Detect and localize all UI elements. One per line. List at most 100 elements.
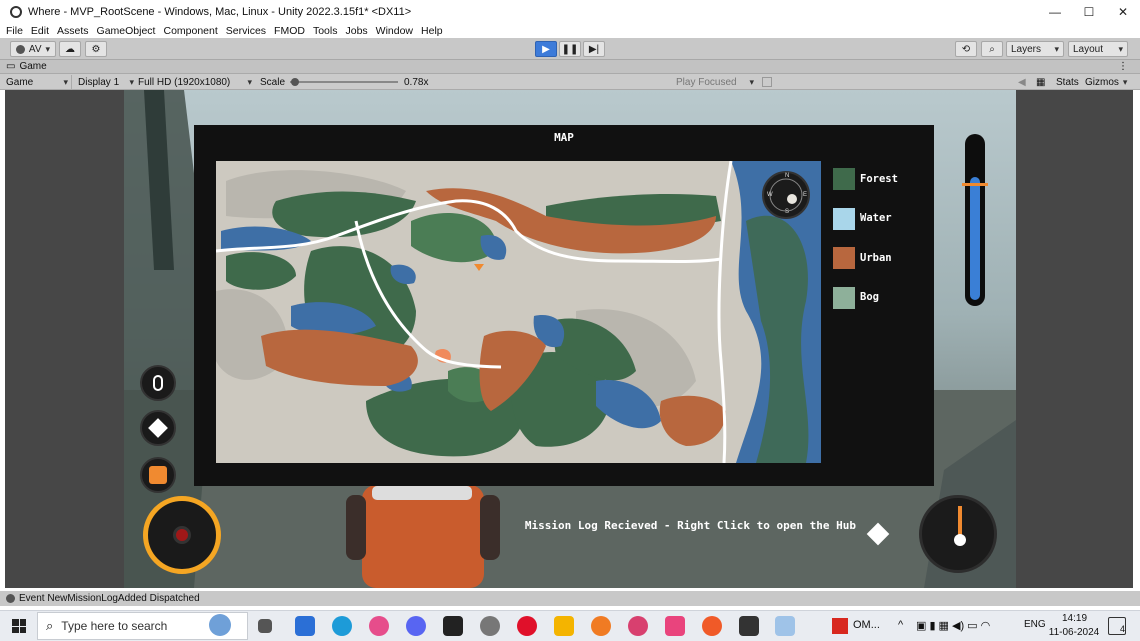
file-explorer-icon[interactable] xyxy=(554,616,574,636)
app-icon-4[interactable] xyxy=(775,616,795,636)
clock-date[interactable]: 11-06-2024 xyxy=(1046,627,1102,638)
edge-icon[interactable] xyxy=(332,616,352,636)
title-bar: Where - MVP_RootScene - Windows, Mac, Li… xyxy=(0,0,1140,23)
om-icon[interactable] xyxy=(832,618,848,634)
cortana-icon[interactable] xyxy=(209,614,231,636)
terrain-map-graphic xyxy=(215,160,821,464)
display-dropdown[interactable]: Display 1 xyxy=(78,75,134,89)
scale-slider-thumb[interactable] xyxy=(291,78,300,86)
display-label: Display 1 xyxy=(78,76,120,88)
gizmos-dropdown[interactable]: Gizmos xyxy=(1085,75,1127,89)
close-button[interactable]: ✕ xyxy=(1106,0,1140,23)
stamina-marker xyxy=(962,183,988,186)
discord-icon[interactable] xyxy=(406,616,426,636)
notification-center-icon[interactable]: 4 xyxy=(1108,617,1126,635)
opera-icon[interactable] xyxy=(517,616,537,636)
menu-fmod[interactable]: FMOD xyxy=(274,25,305,37)
menu-edit[interactable]: Edit xyxy=(31,25,49,37)
game-view-toolbar: Game Display 1 Full HD (1920x1080) Scale… xyxy=(0,74,1140,90)
menu-window[interactable]: Window xyxy=(376,25,413,37)
legend-water-swatch xyxy=(833,208,855,230)
legend-urban-label: Urban xyxy=(860,252,892,264)
cloud-button[interactable]: ☁ xyxy=(59,41,81,57)
unity-hub-icon[interactable] xyxy=(739,616,759,636)
menu-jobs[interactable]: Jobs xyxy=(345,25,367,37)
hud-compass xyxy=(919,495,997,573)
hud-move-button[interactable] xyxy=(140,457,176,493)
account-dropdown[interactable]: AV xyxy=(10,41,56,57)
tab-game[interactable]: Game xyxy=(19,61,46,72)
minimize-button[interactable]: — xyxy=(1038,0,1072,23)
history-icon: ⟲ xyxy=(961,43,971,55)
clock-time[interactable]: 14:19 xyxy=(1052,613,1097,624)
compass-e: E xyxy=(803,192,808,198)
legend-water-label: Water xyxy=(860,212,892,224)
info-icon xyxy=(6,594,15,603)
cloud-icon: ☁ xyxy=(65,43,75,55)
compass-s: S xyxy=(785,209,790,215)
more-options-icon[interactable]: ⋮ xyxy=(1118,61,1128,72)
layout-label: Layout xyxy=(1073,43,1104,55)
game-mode-dropdown[interactable]: Game xyxy=(6,75,72,89)
menu-help[interactable]: Help xyxy=(421,25,443,37)
window-title: Where - MVP_RootScene - Windows, Mac, Li… xyxy=(28,5,412,18)
layout-dropdown[interactable]: Layout xyxy=(1068,41,1128,57)
play-button[interactable]: ▶ xyxy=(535,41,557,57)
resolution-dropdown[interactable]: Full HD (1920x1080) xyxy=(138,75,252,89)
menu-component[interactable]: Component xyxy=(163,25,217,37)
account-icon xyxy=(15,44,25,54)
mute-toggle[interactable] xyxy=(762,77,772,87)
pause-button[interactable]: ❚❚ xyxy=(559,41,581,57)
status-bar: Event NewMissionLogAdded Dispatched xyxy=(0,591,1140,606)
legend-bog-label: Bog xyxy=(860,291,879,303)
scale-label: Scale xyxy=(260,76,286,88)
github-icon[interactable] xyxy=(480,616,500,636)
menu-file[interactable]: File xyxy=(6,25,23,37)
language-indicator[interactable]: ENG xyxy=(1024,619,1046,630)
search-placeholder: Type here to search xyxy=(61,619,168,633)
app-icon-3[interactable] xyxy=(702,616,722,636)
search-button[interactable]: ⌕ xyxy=(981,41,1003,57)
windows-start-icon[interactable] xyxy=(12,619,26,633)
play-focused-label: Play Focused xyxy=(676,76,737,88)
hud-mouse-button[interactable] xyxy=(140,365,176,401)
terrain-map[interactable] xyxy=(215,160,821,464)
maximize-button[interactable]: ☐ xyxy=(1072,0,1106,23)
map-title: MAP xyxy=(554,131,574,144)
speaker-icon[interactable]: ◀ xyxy=(1018,75,1026,89)
legend-forest-label: Forest xyxy=(860,173,898,185)
task-view-icon[interactable] xyxy=(258,619,272,633)
tray-icons[interactable]: ▣ ▮ ▦ ◀) ▭ ◠ xyxy=(916,619,990,632)
app-icon-1[interactable] xyxy=(628,616,648,636)
blender-icon[interactable] xyxy=(591,616,611,636)
scale-slider-track[interactable] xyxy=(290,81,398,83)
step-button[interactable]: ▶| xyxy=(583,41,605,57)
hud-record-dial[interactable] xyxy=(143,496,221,574)
chevron-up-icon[interactable]: ^ xyxy=(898,619,903,631)
stats-button[interactable]: Stats xyxy=(1056,75,1079,89)
gear-icon: ⚙ xyxy=(91,43,101,55)
hud-waypoint-button[interactable] xyxy=(140,410,176,446)
play-focused-dropdown[interactable]: Play Focused xyxy=(676,75,754,89)
status-message[interactable]: Event NewMissionLogAdded Dispatched xyxy=(19,593,200,604)
unity-icon xyxy=(10,5,22,18)
grid-icon[interactable]: ▦ xyxy=(1036,75,1045,89)
brave-icon[interactable] xyxy=(369,616,389,636)
store-icon[interactable] xyxy=(295,616,315,636)
collab-button[interactable]: ⚙ xyxy=(85,41,107,57)
history-button[interactable]: ⟲ xyxy=(955,41,977,57)
taskbar-om-label[interactable]: OM... xyxy=(853,619,880,631)
menu-services[interactable]: Services xyxy=(226,25,266,37)
search-icon: ⌕ xyxy=(989,43,995,55)
layers-label: Layers xyxy=(1011,43,1042,55)
app-icon-2[interactable] xyxy=(665,616,685,636)
main-toolbar: AV ☁ ⚙ ▶ ❚❚ ▶| ⟲ ⌕ Layers Layout xyxy=(0,38,1140,60)
menu-tools[interactable]: Tools xyxy=(313,25,338,37)
layers-dropdown[interactable]: Layers xyxy=(1006,41,1064,57)
game-mode-label: Game xyxy=(6,76,34,88)
move-icon xyxy=(149,466,167,484)
notion-icon[interactable] xyxy=(443,616,463,636)
menu-assets[interactable]: Assets xyxy=(57,25,89,37)
stamina-gauge xyxy=(962,134,988,306)
menu-gameobject[interactable]: GameObject xyxy=(97,25,156,37)
